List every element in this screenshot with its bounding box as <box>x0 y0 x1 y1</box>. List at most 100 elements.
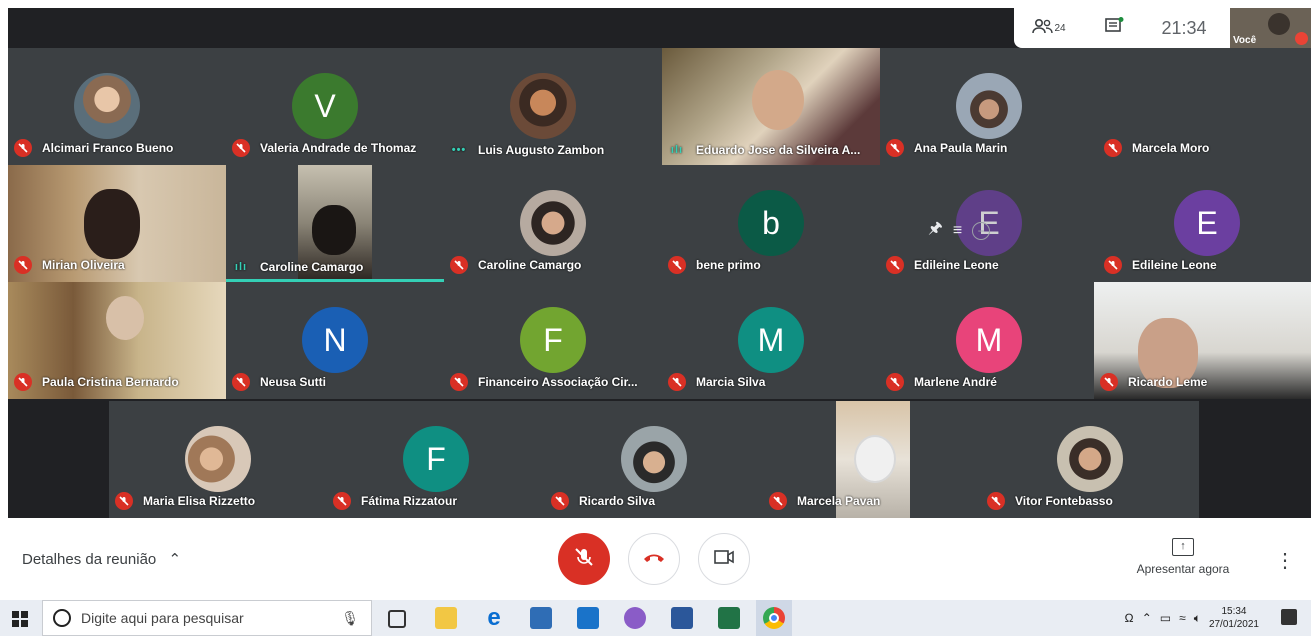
mic-off-icon <box>232 373 250 391</box>
chevron-up-icon[interactable]: ⌃ <box>1142 611 1152 625</box>
meeting-top-bar: 24 21:34 <box>1014 8 1239 48</box>
clock-time: 21:34 <box>1161 17 1207 38</box>
tile-hover-controls: 🖈︎ ≡ − <box>928 217 991 244</box>
participant-tile[interactable]: ••• Luis Augusto Zambon <box>444 48 662 165</box>
mic-off-icon <box>450 256 468 274</box>
microphone-toggle-button[interactable] <box>558 533 610 585</box>
system-clock[interactable]: 15:34 27/01/2021 <box>1209 605 1259 631</box>
participant-name: Mirian Oliveira <box>42 258 125 272</box>
excel-icon[interactable] <box>718 607 740 629</box>
participant-tile[interactable]: Mirian Oliveira <box>8 165 226 282</box>
camera-toggle-button[interactable] <box>698 533 750 585</box>
participant-name: Paula Cristina Bernardo <box>42 375 179 389</box>
mic-off-icon <box>333 492 351 510</box>
participant-name: Luis Augusto Zambon <box>478 143 605 157</box>
participant-name: Marcela Moro <box>1132 141 1210 155</box>
people-icon[interactable]: Ω <box>1125 611 1134 625</box>
file-explorer-icon[interactable] <box>435 607 457 629</box>
participant-name: Ricardo Silva <box>579 494 656 508</box>
participant-name: Financeiro Associação Cir... <box>478 375 638 389</box>
system-tray: Ω ⌃ ▭ ≈ 🔈︎ 15:34 27/01/2021 <box>1125 600 1259 636</box>
remove-icon[interactable]: − <box>972 221 991 240</box>
self-video <box>1268 13 1290 35</box>
edge-browser-icon[interactable]: e <box>483 606 505 630</box>
more-options-icon: ••• <box>451 144 467 156</box>
participant-tile[interactable]: M Marcia Silva <box>662 282 880 399</box>
meeting-details-button[interactable]: Detalhes da reunião ⌃ <box>22 550 181 568</box>
mic-off-icon <box>668 373 686 391</box>
chat-button[interactable] <box>1084 16 1144 40</box>
notifications-icon[interactable] <box>1281 609 1297 625</box>
mic-off-icon <box>14 373 32 391</box>
participant-name: Vitor Fontebasso <box>1015 494 1113 508</box>
participant-name: Ana Paula Marin <box>914 141 1008 155</box>
participant-name: Maria Elisa Rizzetto <box>143 494 256 508</box>
present-now-button[interactable]: ↑ Apresentar agora <box>1128 538 1238 576</box>
participant-photo <box>520 190 586 256</box>
participants-button[interactable]: 24 <box>1014 18 1084 39</box>
mail-icon[interactable] <box>577 607 599 629</box>
paint-icon[interactable] <box>624 607 646 629</box>
participant-photo <box>74 73 140 139</box>
participant-tile[interactable]: Marcela Pavan <box>763 401 981 518</box>
wifi-icon[interactable]: ≈ <box>1179 611 1186 625</box>
participant-avatar: V <box>292 73 358 139</box>
participant-tile[interactable]: Vitor Fontebasso <box>981 401 1199 518</box>
mic-off-icon <box>769 492 787 510</box>
participant-tile[interactable]: ılı Eduardo Jose da Silveira A... <box>662 48 880 165</box>
participant-tile[interactable]: V Valeria Andrade de Thomaz <box>226 48 444 165</box>
participant-tile[interactable]: M Marlene André <box>880 282 1098 399</box>
mic-off-icon <box>573 546 595 573</box>
participant-name: Valeria Andrade de Thomaz <box>260 141 417 155</box>
leave-call-button[interactable] <box>628 533 680 585</box>
participant-tile[interactable]: F Financeiro Associação Cir... <box>444 282 662 399</box>
clock-time: 15:34 <box>1221 606 1247 617</box>
hang-up-icon <box>642 550 666 568</box>
participant-tile[interactable]: Caroline Camargo <box>444 165 662 282</box>
word-icon[interactable] <box>671 607 693 629</box>
mic-off-icon <box>450 373 468 391</box>
windows-start-icon[interactable] <box>12 611 28 632</box>
task-view-icon[interactable] <box>388 610 406 628</box>
search-placeholder: Digite aqui para pesquisar <box>81 610 244 626</box>
participant-tile[interactable]: Ana Paula Marin <box>880 48 1098 165</box>
mic-off-icon <box>1104 256 1122 274</box>
participant-tile[interactable]: Alcimari Franco Bueno <box>8 48 226 165</box>
participant-avatar: F <box>520 307 586 373</box>
participant-tile[interactable]: Ricardo Leme <box>1094 282 1311 399</box>
mic-off-icon <box>115 492 133 510</box>
participant-tile[interactable]: b bene primo <box>662 165 880 282</box>
participant-tile[interactable]: ılı Caroline Camargo <box>226 165 444 282</box>
participant-tile[interactable]: F Fátima Rizzatour <box>327 401 545 518</box>
participant-tile[interactable]: Paula Cristina Bernardo <box>8 282 226 399</box>
participant-name: Caroline Camargo <box>478 258 582 272</box>
participant-tile[interactable]: N Neusa Sutti <box>226 282 444 399</box>
more-options-icon[interactable]: ⋮ <box>1275 548 1295 573</box>
participant-tile[interactable]: Ricardo Silva <box>545 401 763 518</box>
speaking-icon: ılı <box>670 144 684 156</box>
mute-participant-icon[interactable]: ≡ <box>953 222 962 240</box>
participant-tile[interactable]: Marcela Moro <box>1098 48 1311 165</box>
chrome-icon[interactable] <box>756 600 792 636</box>
mic-off-icon <box>14 256 32 274</box>
speaking-icon: ılı <box>234 261 248 273</box>
participant-name: Marcela Pavan <box>797 494 881 508</box>
pin-icon[interactable]: 🖈︎ <box>928 217 943 244</box>
self-view[interactable]: Você <box>1230 8 1311 48</box>
mic-off-icon <box>1295 32 1308 45</box>
volume-icon[interactable]: 🔈︎ <box>1194 611 1201 626</box>
participant-avatar: E <box>1174 190 1240 256</box>
participant-name: bene primo <box>696 258 761 272</box>
mic-off-icon <box>14 139 32 157</box>
microphone-icon[interactable]: 🎙︎ <box>341 610 359 627</box>
taskbar-search[interactable]: Digite aqui para pesquisar 🎙︎ <box>42 600 372 636</box>
people-icon <box>1032 18 1054 39</box>
mic-off-icon <box>1100 373 1118 391</box>
store-icon[interactable] <box>530 607 552 629</box>
participant-photo <box>510 73 576 139</box>
windows-taskbar: Digite aqui para pesquisar 🎙︎ e Ω ⌃ ▭ ≈ … <box>0 600 1311 636</box>
mic-off-icon <box>551 492 569 510</box>
network-icon[interactable]: ▭ <box>1160 611 1171 625</box>
participant-tile[interactable]: Maria Elisa Rizzetto <box>109 401 327 518</box>
participant-tile[interactable]: E Edileine Leone <box>1098 165 1311 282</box>
